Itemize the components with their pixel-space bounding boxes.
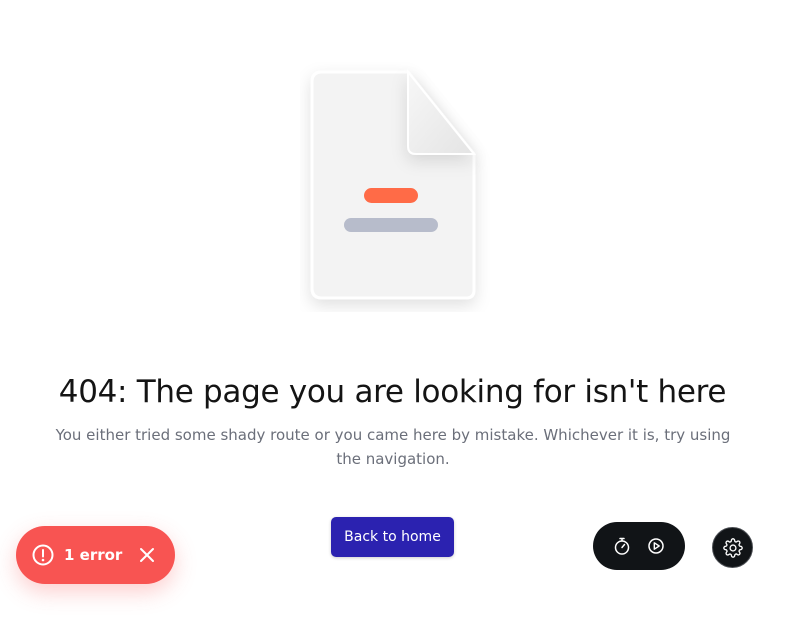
settings-button[interactable] <box>712 527 753 568</box>
error-count-label: 1 error <box>64 546 123 564</box>
close-icon[interactable] <box>138 546 156 564</box>
play-icon[interactable] <box>646 536 666 556</box>
stopwatch-icon[interactable] <box>612 536 632 556</box>
error-toast[interactable]: 1 error <box>16 526 175 584</box>
document-fold <box>407 69 477 155</box>
document-sheet <box>310 70 476 300</box>
gear-icon <box>722 537 743 558</box>
page-title: 404: The page you are looking for isn't … <box>58 374 727 410</box>
alert-circle-icon <box>32 544 54 566</box>
back-to-home-button[interactable]: Back to home <box>331 517 454 557</box>
dev-toolbar <box>593 522 685 570</box>
document-text-line <box>344 218 438 232</box>
missing-file-illustration <box>300 62 490 312</box>
document-accent-line <box>364 188 418 203</box>
page-description: You either tried some shady route or you… <box>55 426 731 468</box>
